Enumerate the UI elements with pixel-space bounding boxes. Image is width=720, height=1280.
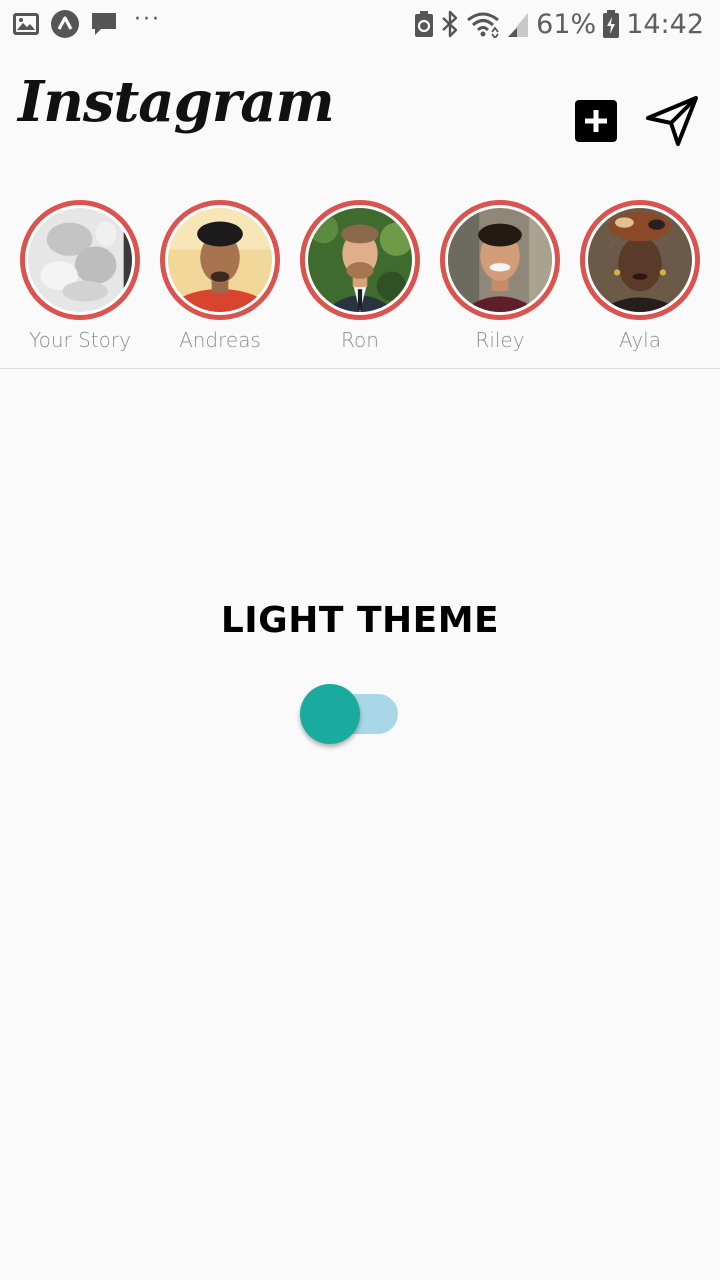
battery-icon <box>602 9 620 39</box>
app-icon <box>50 9 80 39</box>
wifi-icon <box>466 10 500 38</box>
story-ring <box>580 200 700 320</box>
image-icon <box>12 11 40 37</box>
stories-bar: Your Story Andreas Ron Riley Ayla <box>0 198 720 369</box>
message-icon <box>90 10 118 38</box>
toggle-knob[interactable] <box>300 684 360 744</box>
status-bar-left: ··· <box>12 8 161 40</box>
theme-toggle-switch[interactable] <box>298 684 402 748</box>
send-icon <box>646 96 698 146</box>
story-avatar <box>448 208 552 312</box>
story-ron[interactable]: Ron <box>280 198 420 363</box>
story-ring <box>20 200 140 320</box>
add-post-button[interactable] <box>575 100 617 142</box>
story-ayla[interactable]: Ayla <box>560 198 700 363</box>
story-ring <box>160 200 280 320</box>
app-header: Instagram <box>0 48 720 188</box>
story-avatar <box>588 208 692 312</box>
story-your-story[interactable]: Your Story <box>0 198 140 363</box>
battery-saver-icon <box>414 10 434 38</box>
story-name: Andreas <box>179 328 261 352</box>
story-ring <box>440 200 560 320</box>
story-avatar <box>168 208 272 312</box>
status-bar-right: 61% 14:42 <box>414 6 704 42</box>
story-riley[interactable]: Riley <box>420 198 560 363</box>
bluetooth-icon <box>440 10 460 38</box>
story-name: Riley <box>475 328 525 352</box>
story-ring <box>300 200 420 320</box>
story-name: Ron <box>341 328 379 352</box>
more-dots-icon: ··· <box>134 7 161 32</box>
story-avatar <box>28 208 132 312</box>
instagram-logo: Instagram <box>18 69 335 135</box>
clock: 14:42 <box>626 8 704 40</box>
status-bar: ··· 61% 14:42 <box>0 0 720 48</box>
story-name: Ayla <box>619 328 661 352</box>
story-andreas[interactable]: Andreas <box>140 198 280 363</box>
theme-title: LIGHT THEME <box>220 600 500 641</box>
battery-percent: 61% <box>536 8 597 40</box>
story-name: Your Story <box>29 328 131 352</box>
signal-icon <box>506 10 530 38</box>
add-post-icon <box>585 110 607 132</box>
direct-message-button[interactable] <box>644 94 700 148</box>
story-avatar <box>308 208 412 312</box>
